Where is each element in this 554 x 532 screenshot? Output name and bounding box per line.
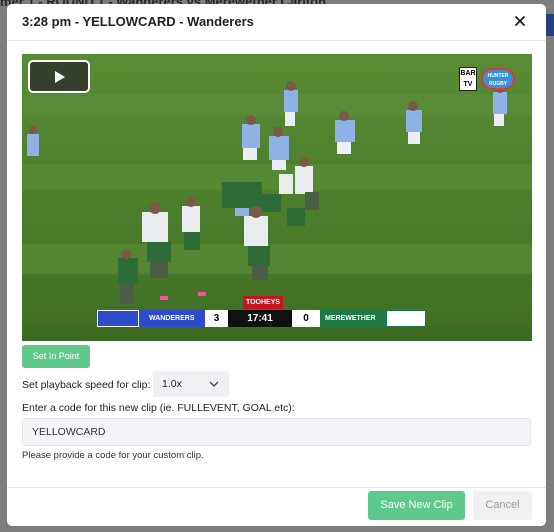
chevron-down-icon (209, 381, 219, 387)
scoreboard-sponsor: TOOHEYS (243, 296, 283, 309)
match-clock: 17:41 (228, 310, 292, 327)
scoreboard: WANDERERS 3 17:41 0 MEREWETHER (97, 310, 426, 327)
playback-speed-value: 1.0x (162, 378, 182, 390)
close-icon[interactable] (512, 13, 528, 29)
play-icon (55, 71, 65, 83)
broadcaster-logo: BAR TV (459, 67, 477, 91)
away-team-logo (386, 310, 426, 327)
set-in-point-button[interactable]: Set In Point (22, 345, 90, 368)
away-team-score: 0 (292, 310, 320, 327)
save-new-clip-button[interactable]: Save New Clip (368, 491, 465, 520)
code-label: Enter a code for this new clip (ie. FULL… (22, 402, 295, 414)
away-team-name: MEREWETHER (320, 310, 386, 327)
home-team-score: 3 (205, 310, 228, 327)
partner-logo: HUNTER RUGBY (481, 68, 515, 90)
cancel-button[interactable]: Cancel (473, 491, 532, 520)
clip-code-input[interactable]: YELLOWCARD (22, 418, 531, 446)
modal-header: 3:28 pm - YELLOWCARD - Wanderers (7, 4, 546, 41)
create-clip-modal: 3:28 pm - YELLOWCARD - Wanderers BAR TV … (7, 4, 546, 526)
playback-speed-select[interactable]: 1.0x (153, 371, 229, 397)
code-helper-text: Please provide a code for your custom cl… (22, 450, 204, 461)
play-button[interactable] (28, 60, 90, 93)
modal-footer (7, 487, 546, 526)
video-player[interactable]: BAR TV HUNTER RUGBY TOOHEYS WANDERERS 3 … (22, 54, 532, 341)
modal-title: 3:28 pm - YELLOWCARD - Wanderers (22, 14, 254, 29)
home-team-logo (97, 310, 139, 327)
speed-label: Set playback speed for clip: (22, 379, 151, 391)
home-team-name: WANDERERS (139, 310, 205, 327)
